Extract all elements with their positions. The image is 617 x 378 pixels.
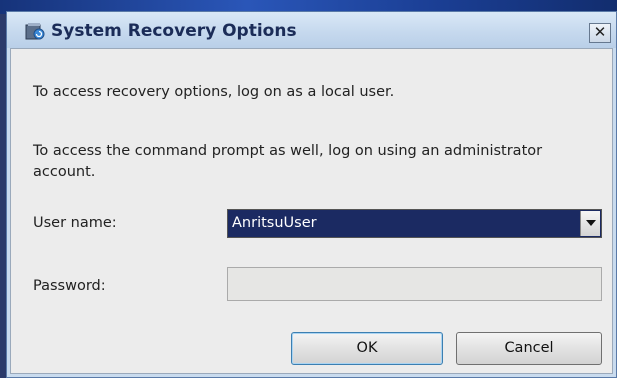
username-dropdown[interactable]: AnritsuUser bbox=[227, 209, 602, 238]
local-user-message: To access recovery options, log on as a … bbox=[33, 84, 395, 100]
password-label: Password: bbox=[33, 278, 106, 294]
admin-message: To access the command prompt as well, lo… bbox=[33, 143, 543, 180]
cancel-button[interactable]: Cancel bbox=[456, 332, 602, 365]
window-title: System Recovery Options bbox=[51, 21, 297, 41]
title-bar[interactable]: System Recovery Options ✕ bbox=[7, 12, 616, 48]
system-recovery-dialog: System Recovery Options ✕ To access reco… bbox=[6, 11, 617, 378]
recovery-icon bbox=[24, 21, 46, 41]
close-button[interactable]: ✕ bbox=[589, 23, 611, 43]
username-label: User name: bbox=[33, 215, 117, 231]
chevron-down-icon bbox=[586, 220, 596, 226]
password-field[interactable] bbox=[227, 267, 602, 301]
username-value: AnritsuUser bbox=[232, 215, 317, 231]
ok-button[interactable]: OK bbox=[291, 332, 443, 365]
close-icon: ✕ bbox=[593, 23, 607, 41]
dialog-content: To access recovery options, log on as a … bbox=[10, 48, 613, 374]
dropdown-button[interactable] bbox=[580, 211, 600, 236]
